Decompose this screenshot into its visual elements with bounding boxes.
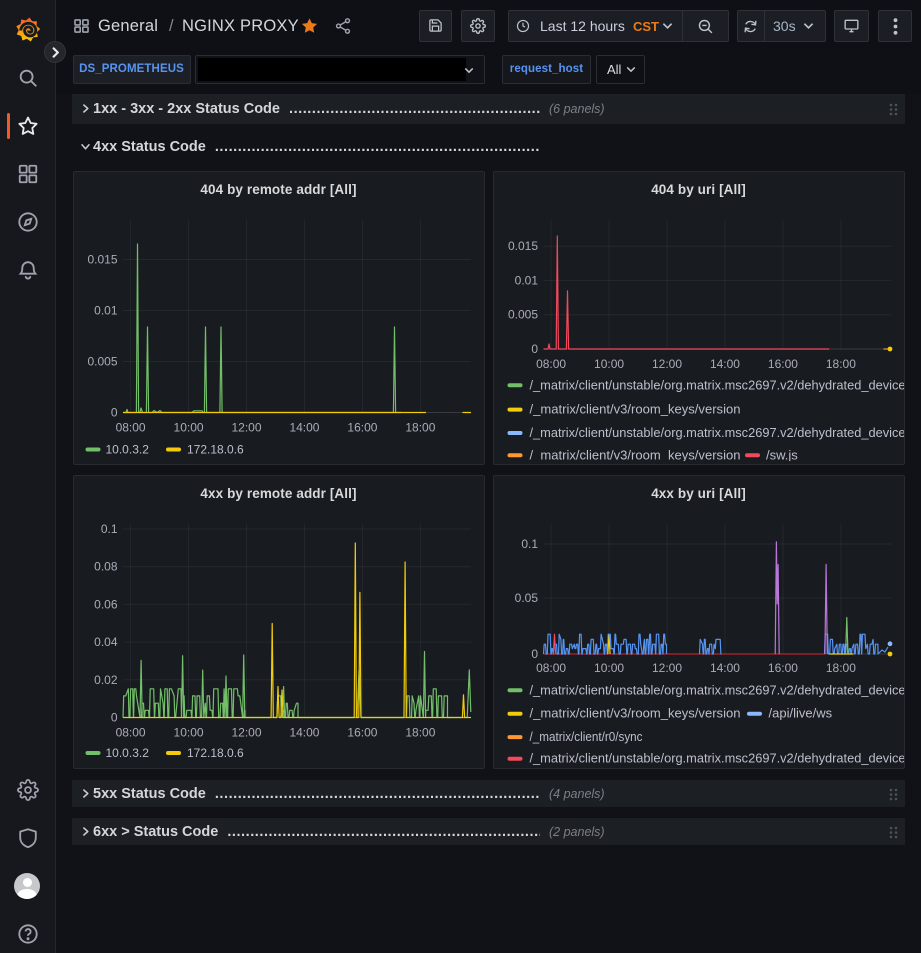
svg-text:16:00: 16:00	[347, 420, 377, 434]
svg-text:14:00: 14:00	[289, 725, 319, 739]
svg-text:/sw.js: /sw.js	[766, 447, 798, 461]
svg-text:0.02: 0.02	[94, 672, 118, 686]
svg-text:172.18.0.6: 172.18.0.6	[187, 442, 244, 456]
svg-text:0.06: 0.06	[94, 597, 118, 611]
svg-text:08:00: 08:00	[536, 661, 566, 675]
svg-text:12:00: 12:00	[652, 357, 682, 371]
svg-text:08:00: 08:00	[536, 357, 566, 371]
svg-text:0.005: 0.005	[507, 307, 537, 321]
svg-text:0: 0	[531, 342, 538, 356]
svg-text:/_matrix/client/unstable/org.m: /_matrix/client/unstable/org.matrix.msc2…	[529, 425, 905, 440]
svg-text:/_matrix/client/v3/room_keys/v: /_matrix/client/v3/room_keys/version	[529, 401, 740, 416]
svg-text:/_matrix/client/unstable/org.m: /_matrix/client/unstable/org.matrix.msc2…	[529, 750, 905, 764]
svg-text:0.08: 0.08	[94, 559, 118, 573]
svg-text:16:00: 16:00	[767, 357, 797, 371]
svg-text:/_matrix/client/v3/room_keys/v: /_matrix/client/v3/room_keys/version	[529, 705, 740, 720]
svg-text:14:00: 14:00	[709, 357, 739, 371]
svg-text:12:00: 12:00	[652, 661, 682, 675]
svg-text:0: 0	[110, 405, 117, 419]
svg-text:0.01: 0.01	[514, 273, 538, 287]
svg-text:0.015: 0.015	[87, 252, 117, 266]
svg-text:16:00: 16:00	[767, 661, 797, 675]
svg-text:/_matrix/client/v3/room_keys/v: /_matrix/client/v3/room_keys/version	[529, 447, 740, 461]
svg-text:/api/live/ws: /api/live/ws	[768, 705, 832, 720]
svg-text:18:00: 18:00	[825, 661, 855, 675]
svg-text:0.05: 0.05	[514, 591, 538, 605]
svg-text:10:00: 10:00	[594, 661, 624, 675]
svg-text:0.04: 0.04	[94, 635, 118, 649]
svg-text:0.1: 0.1	[100, 522, 117, 536]
svg-text:14:00: 14:00	[289, 420, 319, 434]
svg-text:18:00: 18:00	[825, 357, 855, 371]
svg-text:16:00: 16:00	[347, 725, 377, 739]
svg-text:10:00: 10:00	[173, 420, 203, 434]
svg-text:10:00: 10:00	[594, 357, 624, 371]
svg-text:12:00: 12:00	[231, 725, 261, 739]
svg-text:0.005: 0.005	[87, 354, 117, 368]
svg-text:172.18.0.6: 172.18.0.6	[187, 746, 244, 760]
svg-text:08:00: 08:00	[115, 725, 145, 739]
svg-text:0: 0	[110, 710, 117, 724]
svg-text:14:00: 14:00	[709, 661, 739, 675]
svg-text:0.015: 0.015	[507, 239, 537, 253]
svg-text:10.0.3.2: 10.0.3.2	[105, 442, 149, 456]
svg-text:18:00: 18:00	[405, 725, 435, 739]
svg-text:10:00: 10:00	[173, 725, 203, 739]
svg-text:18:00: 18:00	[405, 420, 435, 434]
svg-text:0: 0	[531, 647, 538, 661]
svg-text:/_matrix/client/unstable/org.m: /_matrix/client/unstable/org.matrix.msc2…	[529, 682, 905, 697]
svg-text:/_matrix/client/r0/sync: /_matrix/client/r0/sync	[529, 729, 642, 744]
svg-text:08:00: 08:00	[115, 420, 145, 434]
svg-text:12:00: 12:00	[231, 420, 261, 434]
svg-text:0.1: 0.1	[521, 537, 538, 551]
svg-text:/_matrix/client/unstable/org.m: /_matrix/client/unstable/org.matrix.msc2…	[529, 377, 905, 392]
svg-text:0.01: 0.01	[94, 303, 118, 317]
svg-text:10.0.3.2: 10.0.3.2	[105, 746, 149, 760]
